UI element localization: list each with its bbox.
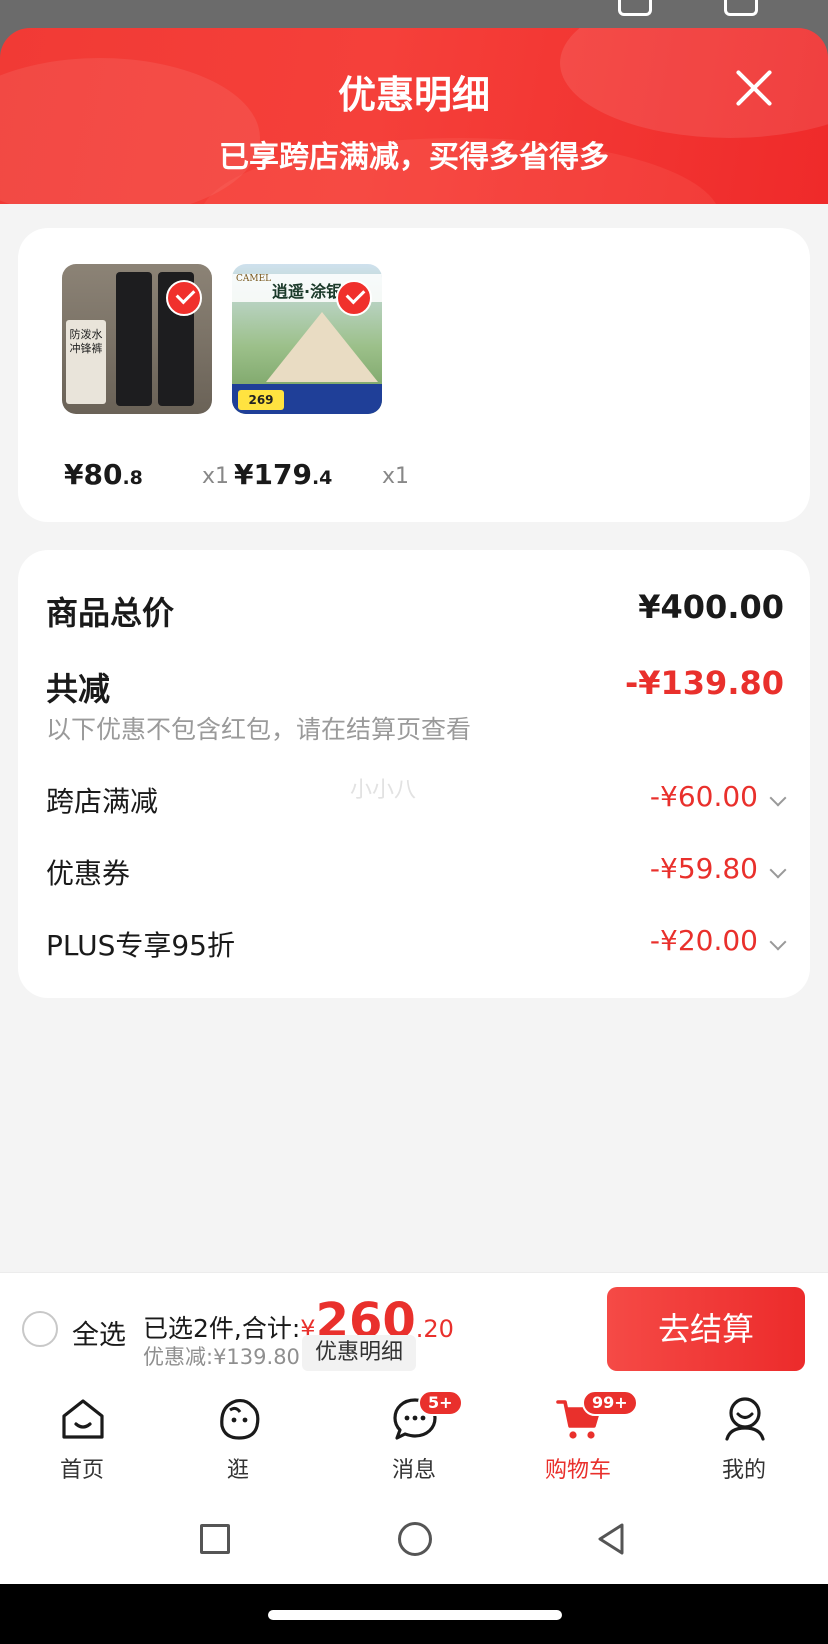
product-quantity: x1 — [202, 464, 230, 489]
thumbnail-text: 防泼水冲锋裤 — [69, 328, 103, 355]
discount-item-row[interactable]: 优惠券 -¥59.80 — [46, 852, 787, 892]
gesture-bar — [0, 1584, 828, 1644]
select-all-label[interactable]: 全选 — [72, 1313, 126, 1352]
discount-sheet-header: 优惠明细 已享跨店满减，买得多省得多 — [0, 28, 828, 204]
discount-note: 以下优惠不包含红包，请在结算页查看 — [46, 715, 472, 744]
discount-detail-button[interactable]: 优惠明细 — [302, 1335, 416, 1371]
tab-label: 购物车 — [544, 1458, 611, 1483]
cart-badge: 99+ — [582, 1390, 638, 1416]
total-reduce-row: 共减 -¥139.80 — [46, 664, 784, 708]
discount-item-label: 跨店满减 — [46, 785, 159, 818]
goods-total-label: 商品总价 — [46, 594, 175, 632]
selected-count-text: 已选2件,合计: — [143, 1314, 301, 1343]
price-main: ¥80 — [64, 458, 123, 491]
price-main: ¥179 — [234, 458, 312, 491]
discount-item-value: -¥60.00 — [649, 780, 758, 813]
browse-icon — [220, 1398, 260, 1440]
product-thumbnail[interactable]: CAMEL 逍遥·涂银自 269 — [232, 264, 382, 414]
products-card: 防泼水冲锋裤 ¥80.8 x1 CAMEL 逍遥·涂银自 269 ¥179.4 … — [18, 228, 810, 522]
tent-footer: 269 — [232, 384, 382, 414]
recent-apps-icon[interactable] — [200, 1524, 230, 1554]
tab-messages[interactable]: 5+ 消息 — [354, 1390, 474, 1486]
thumbnail-price: 269 — [238, 390, 284, 410]
discount-item-row[interactable]: PLUS专享95折 -¥20.00 — [46, 924, 787, 964]
total-reduce-value: -¥139.80 — [624, 664, 784, 702]
product-quantity: x1 — [382, 464, 410, 489]
sheet-title: 优惠明细 — [337, 73, 490, 117]
message-badge: 5+ — [418, 1390, 463, 1416]
checkmark-icon — [336, 280, 372, 316]
price-summary-card: 商品总价 ¥400.00 共减 -¥139.80 以下优惠不包含红包，请在结算页… — [18, 550, 810, 998]
tab-label: 我的 — [721, 1458, 766, 1483]
discount-item-label: 优惠券 — [46, 857, 131, 890]
checkout-bar: 全选 已选2件,合计:¥260.20 优惠减:¥139.80 优惠明细 去结算 — [0, 1272, 828, 1382]
discount-item-value: -¥59.80 — [649, 852, 758, 885]
total-cents: .20 — [415, 1315, 454, 1343]
tab-profile[interactable]: 我的 — [684, 1396, 804, 1486]
price-cents: .8 — [122, 467, 143, 489]
download-icon — [618, 0, 652, 16]
product-price: ¥179.4 — [234, 458, 332, 491]
discount-amount-text: 优惠减:¥139.80 — [143, 1345, 300, 1369]
home-icon — [62, 1399, 104, 1439]
system-navigation-bar — [0, 1492, 828, 1584]
checkout-button[interactable]: 去结算 — [607, 1287, 805, 1371]
tent-brand: CAMEL — [236, 274, 272, 284]
total-reduce-label: 共减 — [46, 670, 111, 708]
tent-image-part — [266, 312, 378, 382]
close-icon[interactable] — [732, 66, 776, 110]
checkmark-icon — [166, 280, 202, 316]
home-button-icon[interactable] — [398, 1522, 432, 1556]
sheet-subtitle: 已享跨店满减，买得多省得多 — [219, 140, 609, 175]
discount-item-value: -¥20.00 — [649, 924, 758, 957]
goods-total-value: ¥400.00 — [638, 588, 784, 626]
discount-item-label: PLUS专享95折 — [46, 929, 235, 962]
tab-cart[interactable]: 99+ 购物车 — [518, 1390, 638, 1486]
goods-total-row: 商品总价 ¥400.00 — [46, 588, 784, 632]
home-indicator[interactable] — [268, 1610, 562, 1620]
profile-icon — [725, 1397, 765, 1441]
tab-label: 逛 — [226, 1458, 249, 1483]
bottom-tab-bar: 首页 逛 5+ 消息 99+ 购物车 我的 — [0, 1382, 828, 1492]
back-icon[interactable] — [594, 1522, 628, 1556]
share-icon — [724, 0, 758, 16]
product-thumbnail[interactable]: 防泼水冲锋裤 — [62, 264, 212, 414]
discount-item-row[interactable]: 跨店满减 -¥60.00 — [46, 780, 787, 820]
price-cents: .4 — [311, 467, 333, 489]
tab-home[interactable]: 首页 — [22, 1396, 142, 1486]
product-price: ¥80.8 — [64, 458, 143, 491]
pants-image-part — [116, 272, 152, 406]
tab-label: 消息 — [391, 1458, 436, 1483]
tab-label: 首页 — [59, 1458, 104, 1483]
tab-browse[interactable]: 逛 — [178, 1396, 298, 1486]
select-all-checkbox[interactable] — [22, 1311, 58, 1347]
